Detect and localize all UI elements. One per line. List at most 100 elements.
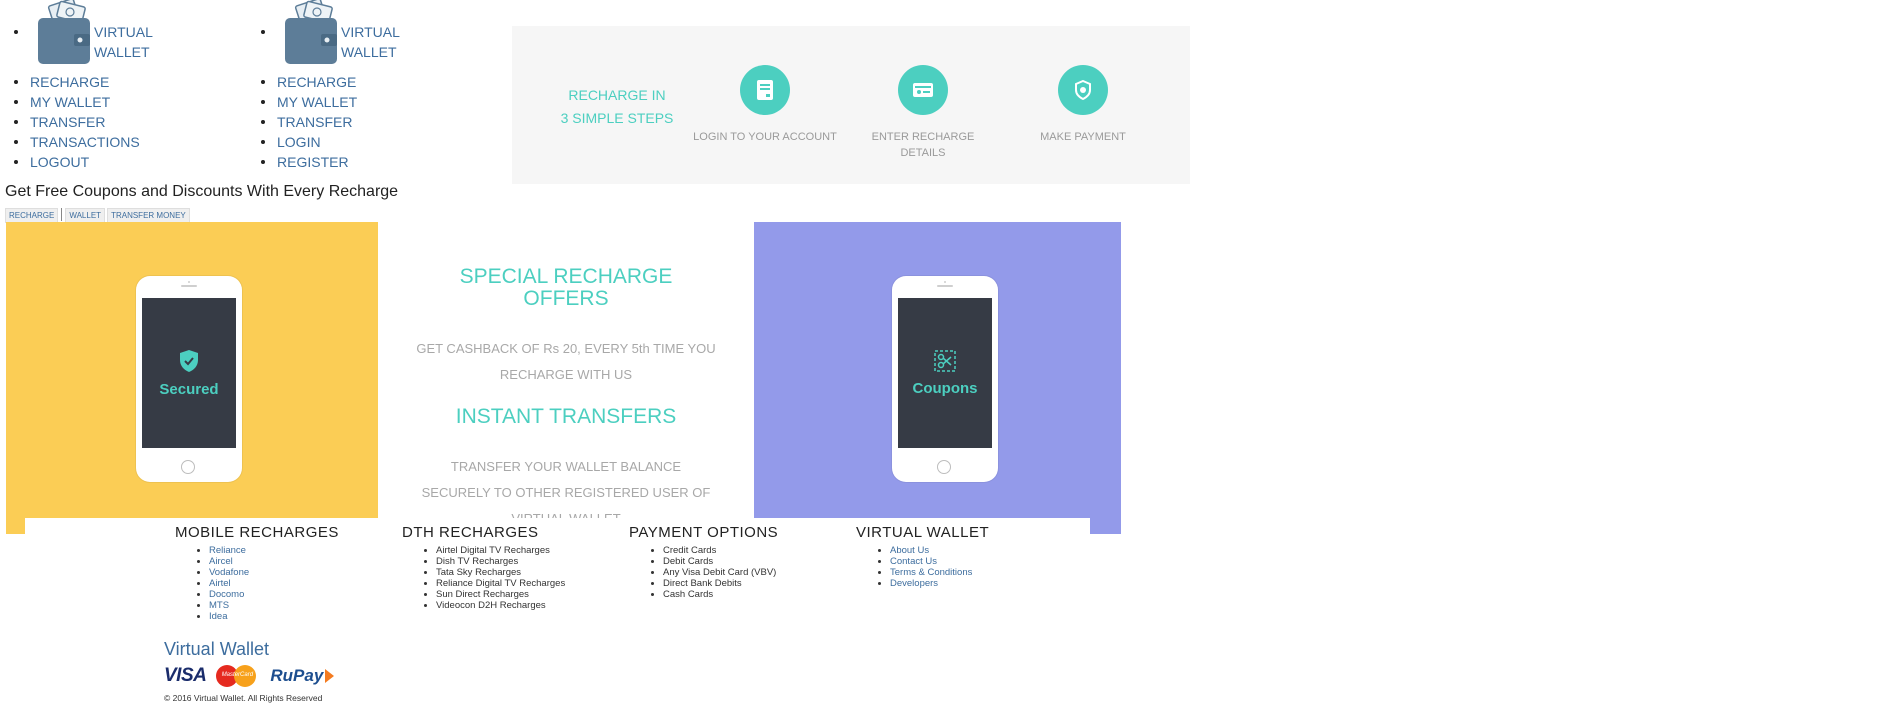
footer-column-heading: DTH RECHARGES (402, 524, 539, 541)
mastercard-logo-text: MasterCard (221, 672, 254, 678)
banner-panel-coupons: Coupons (754, 222, 1121, 534)
offer-title-line1: SPECIAL RECHARGE (459, 265, 673, 288)
footer-link-about-us[interactable]: About Us (890, 545, 929, 556)
nav-item-my-wallet[interactable]: MY WALLET (247, 92, 357, 112)
promo-banner: Secured SPECIAL RECHARGE OFFERS GET CASH… (6, 222, 1121, 534)
list-item[interactable]: Vodafone (175, 567, 395, 578)
list-item[interactable]: Docomo (175, 589, 395, 600)
footer-link[interactable]: Aircel (209, 556, 233, 567)
nav-item-register[interactable]: REGISTER (247, 152, 357, 172)
nav-link-my-wallet[interactable]: MY WALLET (30, 94, 110, 110)
list-item[interactable]: Airtel (175, 578, 395, 589)
tab-transfer-money[interactable]: TRANSFER MONEY (107, 208, 190, 223)
list-item[interactable]: Idea (175, 611, 395, 622)
offer-title-special-recharge: SPECIAL RECHARGE OFFERS (378, 266, 754, 310)
rupay-logo: RuPay (270, 666, 324, 685)
footer-link[interactable]: Docomo (209, 589, 244, 600)
nav-link-recharge[interactable]: RECHARGE (277, 74, 356, 90)
footer-column-heading: MOBILE RECHARGES (175, 524, 339, 541)
footer-link[interactable]: Idea (209, 611, 228, 622)
step-label: LOGIN TO YOUR ACCOUNT (680, 129, 850, 145)
phone-illustration: Coupons (892, 276, 998, 482)
offer-text-line1: GET CASHBACK OF Rs 20, EVERY 5th TIME YO… (416, 341, 716, 356)
nav-item-logout[interactable]: LOGOUT (0, 152, 140, 172)
list-item[interactable]: MTS (175, 600, 395, 611)
footer-brand: Virtual Wallet (164, 639, 270, 659)
nav-link-transactions[interactable]: TRANSACTIONS (30, 134, 140, 150)
brand-link[interactable]: VIRTUAL WALLET (341, 22, 399, 62)
list-item: Sun Direct Recharges (402, 589, 622, 600)
footer-link-list: Reliance Aircel Vodafone Airtel Docomo M… (175, 545, 395, 622)
nav-link-logout[interactable]: LOGOUT (30, 154, 89, 170)
tab-recharge[interactable]: RECHARGE (5, 208, 59, 223)
list-item[interactable]: About Us (856, 545, 1076, 556)
phone-screen: Coupons (898, 298, 992, 448)
footer-link-developers[interactable]: Developers (890, 578, 938, 589)
nav-link-register[interactable]: REGISTER (277, 154, 349, 170)
phone-home-button (937, 460, 951, 474)
footer-link[interactable]: Airtel (209, 578, 231, 589)
nav-item-recharge[interactable]: RECHARGE (0, 72, 140, 92)
phone-illustration: Secured (136, 276, 242, 482)
banner-panel-offers: SPECIAL RECHARGE OFFERS GET CASHBACK OF … (378, 222, 754, 534)
payment-shield-icon (1058, 65, 1108, 115)
tab-wallet[interactable]: WALLET (65, 208, 106, 223)
list-item: Any Visa Debit Card (VBV) (629, 567, 849, 578)
nav-item-transactions[interactable]: TRANSACTIONS (0, 132, 140, 152)
list-item: Tata Sky Recharges (402, 567, 622, 578)
recharge-steps-box: RECHARGE IN 3 SIMPLE STEPS LOGIN TO YOUR… (512, 26, 1190, 184)
wallet-logo-icon[interactable] (283, 0, 339, 66)
step-label: MAKE PAYMENT (998, 129, 1168, 145)
list-item[interactable]: Contact Us (856, 556, 1076, 567)
rupay-mark-icon (325, 669, 335, 683)
phone-camera (944, 281, 946, 283)
footer-column-mobile-recharges: MOBILE RECHARGES Reliance Aircel Vodafon… (175, 524, 395, 622)
tab-separator (61, 208, 63, 221)
nav-link-transfer[interactable]: TRANSFER (277, 114, 352, 130)
visa-logo: VISA (164, 665, 207, 686)
footer-link[interactable]: Vodafone (209, 567, 249, 578)
footer-link-contact-us[interactable]: Contact Us (890, 556, 937, 567)
slider-tabs: RECHARGE WALLET TRANSFER MONEY (5, 208, 190, 223)
offer-text-line2: RECHARGE WITH US (499, 367, 633, 382)
scissors-coupon-icon (934, 349, 956, 372)
footer-column-heading: PAYMENT OPTIONS (629, 524, 779, 541)
step-label: ENTER RECHARGE DETAILS (838, 129, 1008, 161)
offer-text-line2: SECURELY TO OTHER REGISTERED USER OF (421, 485, 711, 500)
footer-link[interactable]: Reliance (209, 545, 246, 556)
wallet-logo-icon[interactable] (36, 0, 92, 66)
list-item: Dish TV Recharges (402, 556, 622, 567)
nav-item-transfer[interactable]: TRANSFER (0, 112, 140, 132)
footer-link[interactable]: MTS (209, 600, 229, 611)
steps-heading: RECHARGE IN 3 SIMPLE STEPS (550, 84, 684, 130)
nav-item-my-wallet[interactable]: MY WALLET (0, 92, 140, 112)
nav-item-transfer[interactable]: TRANSFER (247, 112, 357, 132)
list-item: Cash Cards (629, 589, 849, 600)
list-item[interactable]: Terms & Conditions (856, 567, 1076, 578)
nav-link-login[interactable]: LOGIN (277, 134, 321, 150)
steps-heading-line2: 3 SIMPLE STEPS (560, 110, 674, 126)
footer-link-terms[interactable]: Terms & Conditions (890, 567, 972, 578)
phone-screen-text: Secured (159, 380, 219, 398)
list-item: Debit Cards (629, 556, 849, 567)
list-item: Videocon D2H Recharges (402, 600, 622, 611)
nav-brand-item[interactable]: VIRTUAL WALLET (247, 0, 399, 72)
nav-link-transfer[interactable]: TRANSFER (30, 114, 105, 130)
nav-item-recharge[interactable]: RECHARGE (247, 72, 357, 92)
footer-link-list: About Us Contact Us Terms & Conditions D… (856, 545, 1076, 589)
list-item[interactable]: Aircel (175, 556, 395, 567)
step-login: LOGIN TO YOUR ACCOUNT (680, 65, 850, 145)
account-card-icon (740, 65, 790, 115)
nav-right: VIRTUAL WALLET RECHARGE MY WALLET TRANSF… (247, 0, 399, 172)
nav-item-login[interactable]: LOGIN (247, 132, 357, 152)
step-label-line1: MAKE PAYMENT (1040, 131, 1126, 143)
nav-link-my-wallet[interactable]: MY WALLET (277, 94, 357, 110)
brand-link[interactable]: VIRTUAL WALLET (94, 22, 152, 62)
offer-title-instant-transfers: INSTANT TRANSFERS (455, 405, 677, 428)
list-item[interactable]: Reliance (175, 545, 395, 556)
offer-text-line1: TRANSFER YOUR WALLET BALANCE (450, 459, 682, 474)
list-item[interactable]: Developers (856, 578, 1076, 589)
nav-brand-item[interactable]: VIRTUAL WALLET (0, 0, 152, 72)
nav-link-recharge[interactable]: RECHARGE (30, 74, 109, 90)
footer-column-payment-options: PAYMENT OPTIONS Credit Cards Debit Cards… (629, 524, 849, 600)
